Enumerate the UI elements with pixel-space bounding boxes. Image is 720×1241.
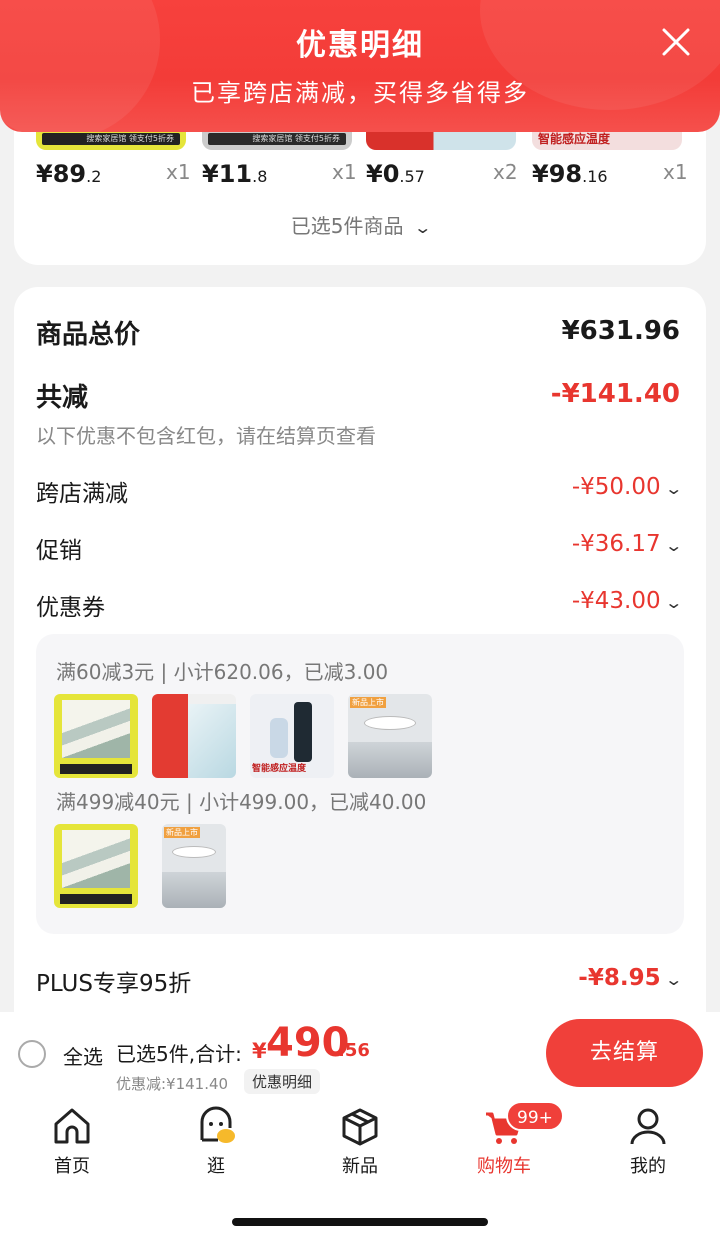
product-thumb-2[interactable]: 搜索家居馆 领支付5折券 [202,130,352,150]
product-qty-2: x1 [332,160,357,184]
selected-total-label: 已选5件,合计: [116,1042,242,1066]
coupon-product-image[interactable]: 新品上市 [348,694,432,778]
product-thumb-3[interactable] [366,130,516,150]
product-thumb-1-text: 搜索家居馆 领支付5折券 [42,133,180,145]
chevron-down-icon: ⌄ [663,479,683,498]
total-price-label: 商品总价 [36,320,141,350]
tab-profile-label: 我的 [630,1156,666,1177]
tab-cart-label: 购物车 [477,1156,531,1177]
browse-icon [200,1106,235,1143]
tab-home[interactable]: 首页 [22,1104,122,1178]
total-price-value: ¥631.96 [561,316,680,346]
tab-home-label: 首页 [54,1156,90,1177]
coupon-detail-box: 满60减3元 | 小计620.06，已减3.00 智能感应温度 新品上市 满49… [36,634,684,934]
coupon-product-image[interactable] [152,694,236,778]
cart-count-badge: 99+ [506,1101,564,1131]
promotion-value[interactable]: -¥36.17 ⌄ [572,531,683,557]
discount-detail-button[interactable]: 优惠明细 [244,1069,321,1094]
coupon-product-image-text: 智能感应温度 [252,764,307,774]
total-reduce-value: -¥141.40 [550,379,680,409]
total-amount-decimal: .56 [338,1040,370,1061]
coupon-rule-2: 满499减40元 | 小计499.00，已减40.00 [56,790,427,814]
tab-new[interactable]: 新品 [310,1104,410,1178]
checkout-button[interactable]: 去结算 [546,1019,703,1087]
chevron-down-icon: ⌄ [663,593,683,612]
product-price-3: ¥0.57 [366,160,425,188]
plus-discount-value[interactable]: -¥8.95 ⌄ [578,965,683,991]
coupon-label: 优惠券 [36,595,105,621]
coupon-product-image[interactable]: 智能感应温度 [250,694,334,778]
close-icon[interactable] [660,26,692,58]
product-price-1: ¥89.2 [36,160,102,188]
header-title: 优惠明细 [296,28,424,63]
coupon-product-image[interactable] [54,694,138,778]
home-icon [54,1108,90,1144]
product-qty-1: x1 [166,160,191,184]
product-thumb-4[interactable]: 智能感应温度 [532,130,682,150]
product-thumb-4-text: 智能感应温度 [538,132,611,146]
total-reduce-label: 共减 [36,383,89,413]
total-currency: ¥ [252,1039,267,1063]
cross-store-discount-label: 跨店满减 [36,481,128,507]
product-price-2: ¥11.8 [202,160,268,188]
home-indicator[interactable] [232,1218,488,1226]
chevron-down-icon: ⌄ [663,970,683,989]
tab-new-label: 新品 [342,1156,378,1177]
plus-discount-label: PLUS专享95折 [36,971,192,997]
discount-amount-label: 优惠减:¥141.40 [116,1075,229,1093]
select-all-checkbox[interactable] [18,1040,46,1068]
tab-browse-label: 逛 [207,1156,225,1177]
product-qty-3: x2 [493,160,518,184]
product-price-4: ¥98.16 [532,160,608,188]
product-price-row: ¥89.2 x1 ¥11.8 x1 ¥0.57 x2 ¥98.16 x1 [0,160,720,196]
tab-profile[interactable]: 我的 [598,1104,698,1178]
chevron-down-icon: ⌄ [663,536,683,555]
coupon-product-image[interactable]: 新品上市 [162,824,226,908]
coupon-rule-1: 满60减3元 | 小计620.06，已减3.00 [56,660,389,684]
coupon-value[interactable]: -¥43.00 ⌄ [572,588,683,614]
discount-note: 以下优惠不包含红包，请在结算页查看 [36,424,376,448]
total-amount-integer: 490 [266,1020,350,1066]
discount-detail-header: 优惠明细 已享跨店满减，买得多省得多 [0,0,720,132]
cross-store-discount-value[interactable]: -¥50.00 ⌄ [572,474,683,500]
user-icon [630,1108,666,1145]
chevron-down-icon: ⌄ [413,218,432,237]
product-qty-4: x1 [663,160,688,184]
box-icon [342,1108,378,1146]
header-subtitle: 已享跨店满减，买得多省得多 [191,79,529,107]
product-thumb-1[interactable]: 搜索家居馆 领支付5折券 [36,130,186,150]
tab-browse[interactable]: 逛 [166,1104,266,1178]
coupon-product-image-tag: 新品上市 [164,827,200,838]
select-all-label[interactable]: 全选 [63,1041,103,1070]
selected-items-toggle[interactable]: 已选5件商品 ⌄ [0,210,720,239]
coupon-product-image[interactable] [54,824,138,908]
selected-items-label: 已选5件商品 [290,214,404,238]
product-thumb-2-text: 搜索家居馆 领支付5折券 [208,133,346,145]
promotion-label: 促销 [36,538,82,564]
coupon-product-image-tag: 新品上市 [350,697,386,708]
